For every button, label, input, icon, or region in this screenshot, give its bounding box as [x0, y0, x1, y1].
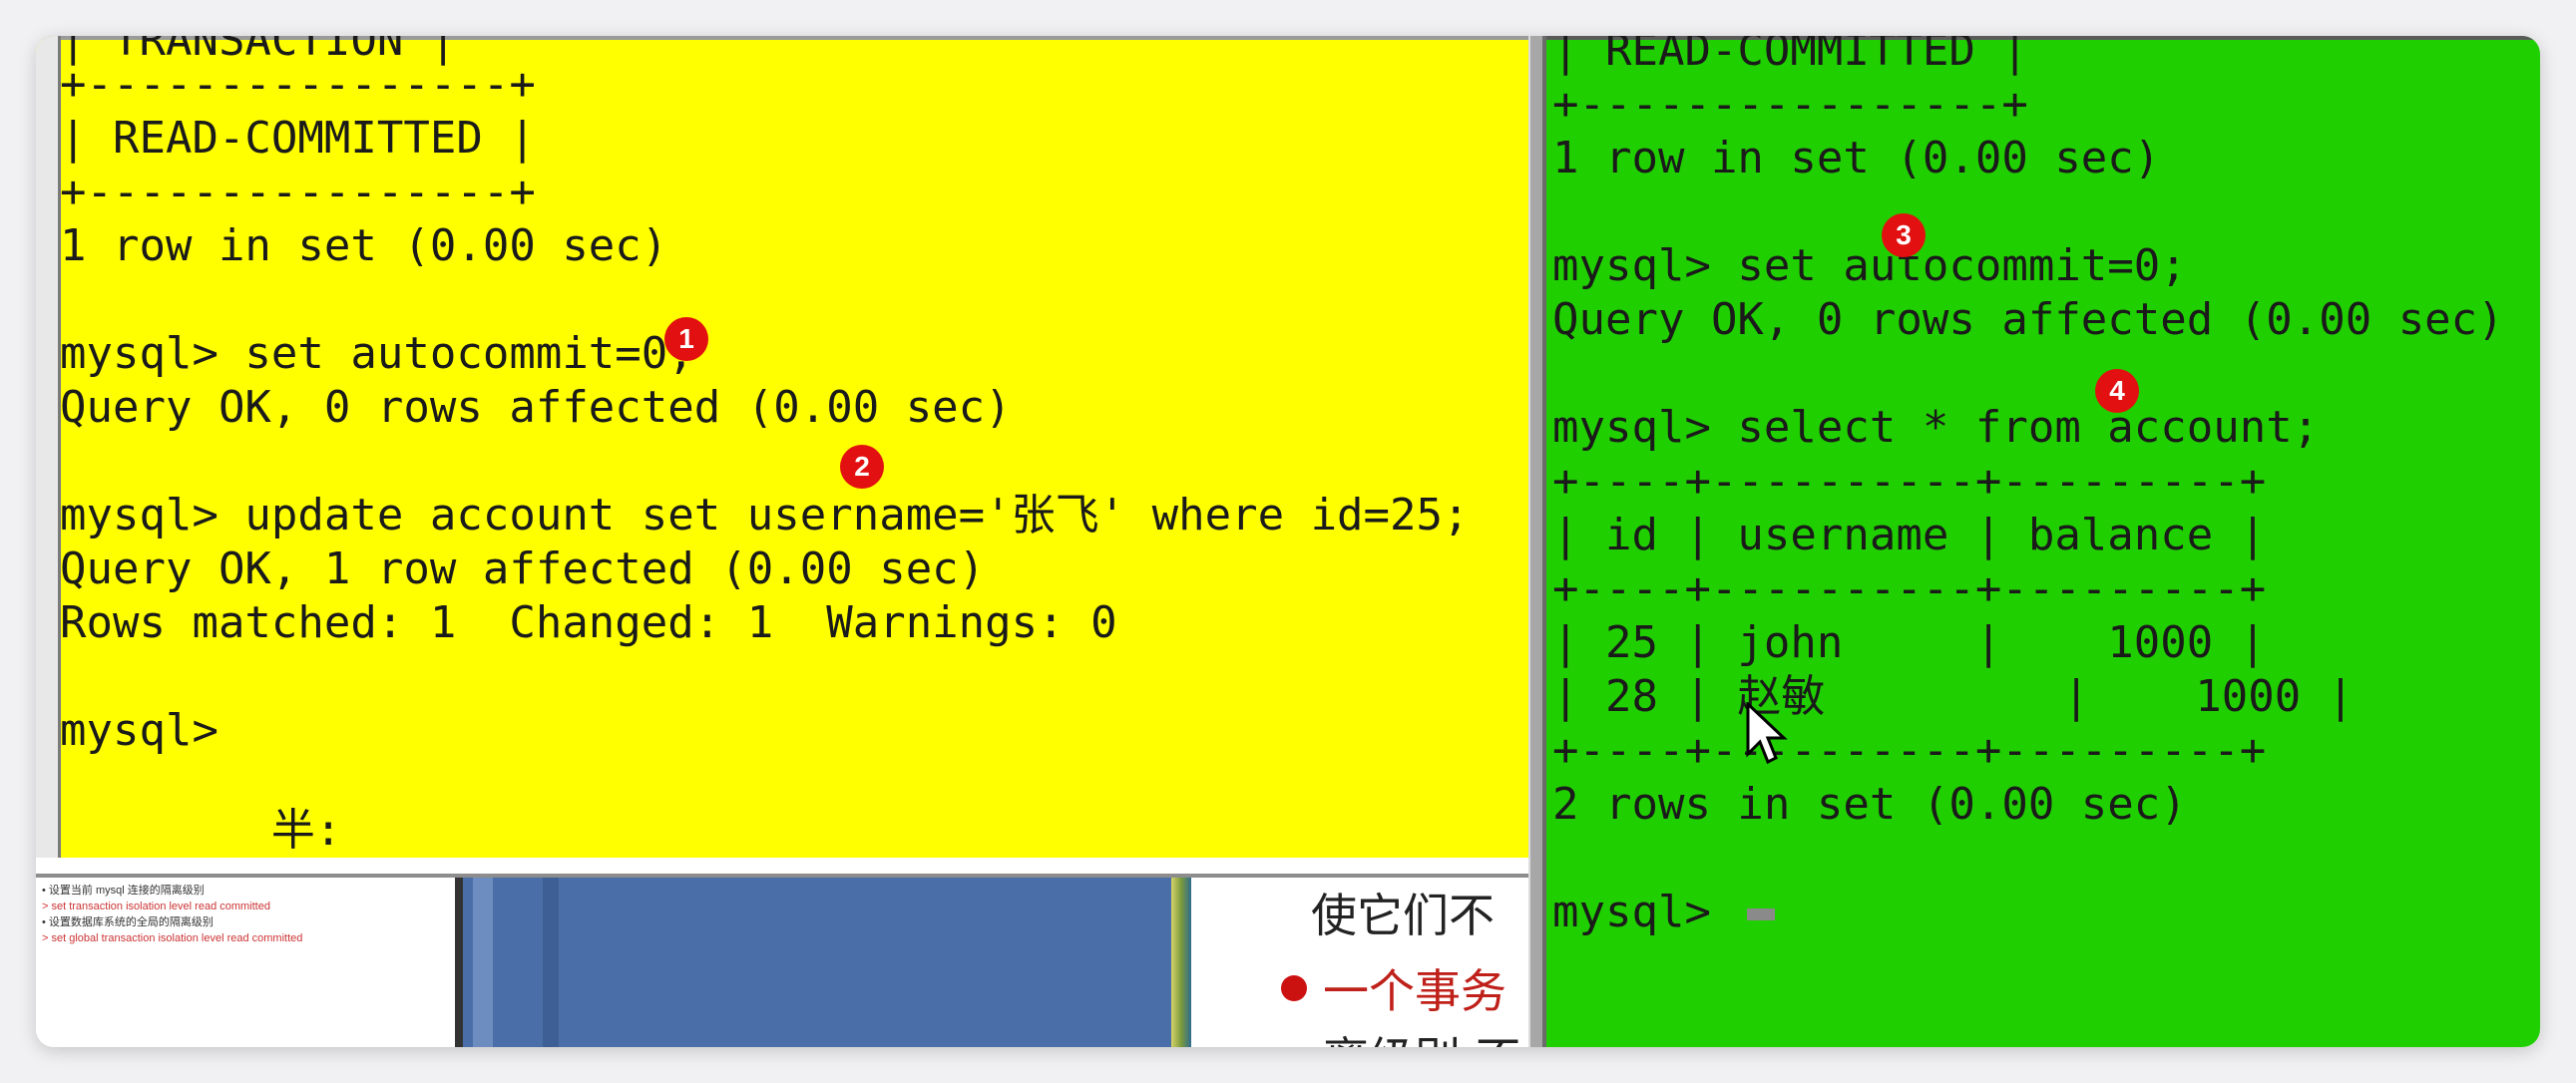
terminal-line: Query OK, 0 rows affected (0.00 sec) [1552, 294, 2504, 345]
table-border: +----+----------+---------+ [1552, 563, 2267, 614]
mouse-pointer-icon [1746, 702, 1788, 765]
terminal-line: 2 rows in set (0.00 sec) [1552, 779, 2187, 830]
slide-thumbnail[interactable]: • 设置当前 mysql 连接的隔离级别 > set transaction i… [36, 878, 463, 1047]
terminal-line: | READ-COMMITTED | [60, 113, 536, 164]
terminal-line: 1 row in set (0.00 sec) [60, 220, 668, 271]
thumb-text: • 设置数据库系统的全局的隔离级别 [42, 916, 214, 928]
step-badge-3: 3 [1882, 213, 1926, 257]
slide-text: 一个事务 [1323, 964, 1506, 1018]
terminal-line: | READ-COMMITTED | [1552, 36, 2028, 76]
terminal-line: 1 row in set (0.00 sec) [1552, 133, 2161, 183]
terminal-line: +----------------+ [1552, 79, 2028, 130]
table-border: +----+----------+---------+ [1552, 456, 2267, 507]
slide-content: 使它们不 一个事务 离级别 不 [1191, 878, 1528, 1047]
bullet-icon [1281, 975, 1307, 1001]
terminal-line: +----------------+ [60, 59, 536, 110]
text-cursor [1747, 908, 1776, 920]
table-row: | 28 | 赵敏 | 1000 | [1552, 671, 2355, 722]
terminal-prompt[interactable]: mysql> [1552, 886, 1776, 939]
step-badge-2: 2 [840, 445, 884, 489]
panel-divider [543, 878, 559, 1047]
terminal-line: 半: [60, 805, 342, 856]
terminal-line: mysql> update account set username='张飞' … [60, 490, 1470, 541]
right-terminal-window[interactable]: | READ-COMMITTED | +----------------+ 1 … [1542, 36, 2540, 1047]
background-presentation: • 设置当前 mysql 连接的隔离级别 > set transaction i… [36, 874, 1528, 1047]
terminal-line: mysql> set autocommit=0; [1552, 240, 2187, 291]
left-terminal-window[interactable]: | TRANSACTION | +----------------+ | REA… [36, 36, 1539, 858]
step-badge-4: 4 [2095, 369, 2139, 413]
table-row: | 25 | john | 1000 | [1552, 617, 2267, 668]
terminal-line: Rows matched: 1 Changed: 1 Warnings: 0 [60, 597, 1117, 648]
prompt-text: mysql> [1552, 887, 1738, 937]
terminal-line: mysql> select * from account; [1552, 402, 2320, 453]
terminal-line: Query OK, 1 row affected (0.00 sec) [60, 543, 986, 594]
slide-panel [463, 878, 1191, 1047]
thumb-text: • 设置当前 mysql 连接的隔离级别 [42, 885, 205, 897]
slide-text: 使它们不 [1311, 889, 1495, 942]
screen-frame: | TRANSACTION | +----------------+ | REA… [36, 36, 2540, 1047]
slide-text: 离级别 不 [1323, 1023, 1521, 1047]
terminal-line: Query OK, 0 rows affected (0.00 sec) [60, 382, 1012, 433]
table-header-row: | id | username | balance | [1552, 510, 2267, 560]
step-badge-1: 1 [664, 317, 708, 361]
left-window-border [36, 36, 61, 858]
terminal-line: mysql> set autocommit=0; [60, 328, 694, 379]
thumb-text: > set global transaction isolation level… [42, 932, 303, 944]
thumb-text: > set transaction isolation level read c… [42, 901, 270, 912]
table-border: +----+----------+---------+ [1552, 725, 2267, 776]
panel-scrollbar [473, 878, 493, 1047]
panel-edge-image [1171, 878, 1191, 1047]
terminal-prompt[interactable]: mysql> [60, 704, 218, 758]
terminal-line: +----------------+ [60, 167, 536, 217]
